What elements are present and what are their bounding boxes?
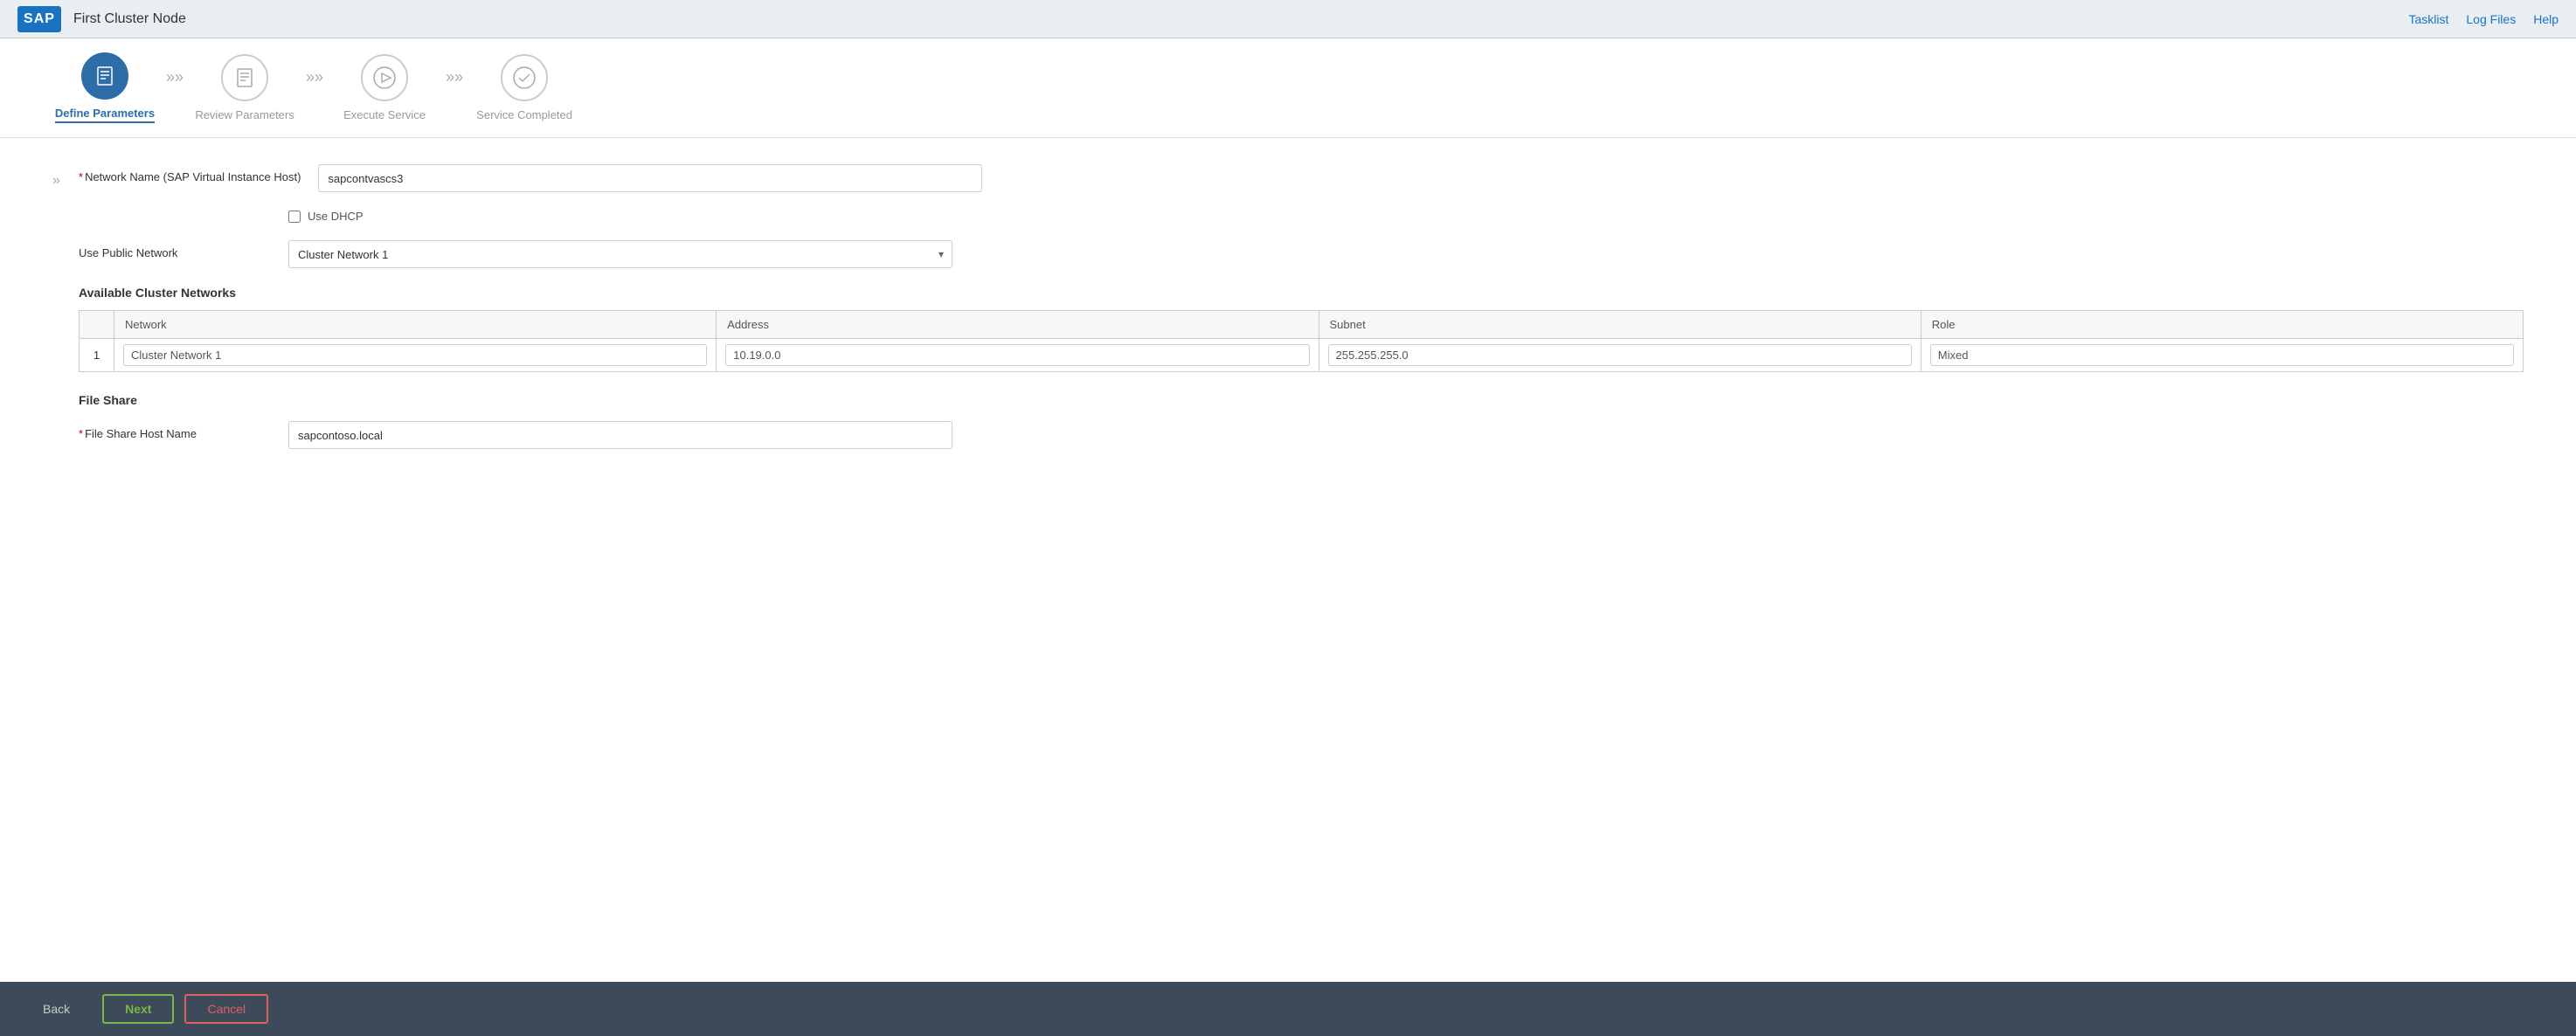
row-role-input[interactable] — [1930, 344, 2514, 366]
network-name-label: *Network Name (SAP Virtual Instance Host… — [79, 164, 301, 185]
footer: Back Next Cancel — [0, 982, 2576, 1036]
help-link[interactable]: Help — [2533, 12, 2559, 26]
row-num: 1 — [80, 339, 114, 372]
wizard-step-define[interactable]: Define Parameters — [52, 52, 157, 123]
row-address-input[interactable] — [725, 344, 1309, 366]
review-label: Review Parameters — [195, 108, 294, 121]
row-network-cell — [114, 339, 717, 372]
page-title: First Cluster Node — [73, 11, 186, 27]
sap-logo-text: SAP — [24, 11, 55, 27]
col-subnet: Subnet — [1319, 311, 1921, 339]
use-dhcp-checkbox[interactable] — [288, 211, 301, 223]
execute-icon — [361, 54, 408, 101]
public-network-select-wrapper: Cluster Network 1 ▾ — [288, 240, 952, 268]
use-public-network-row: Use Public Network Cluster Network 1 ▾ — [79, 240, 2524, 268]
side-expand-arrow[interactable]: » — [52, 164, 79, 956]
network-name-required: * — [79, 170, 83, 183]
header-left: SAP First Cluster Node — [17, 6, 186, 32]
define-icon — [81, 52, 128, 100]
file-share-host-row: *File Share Host Name — [79, 421, 2524, 449]
network-name-label-text: Network Name (SAP Virtual Instance Host) — [85, 170, 301, 183]
completed-label: Service Completed — [476, 108, 572, 121]
back-button[interactable]: Back — [21, 995, 92, 1023]
arrow-2: »» — [306, 68, 323, 107]
row-subnet-cell — [1319, 339, 1921, 372]
main-content: » *Network Name (SAP Virtual Instance Ho… — [0, 138, 2576, 982]
sap-logo: SAP — [17, 6, 61, 32]
file-share-heading: File Share — [79, 393, 2524, 407]
completed-icon — [501, 54, 548, 101]
cluster-networks-table: Network Address Subnet Role 1 — [79, 310, 2524, 372]
use-public-network-label: Use Public Network — [79, 240, 271, 261]
row-network-input[interactable] — [123, 344, 707, 366]
arrow-1: »» — [166, 68, 184, 107]
file-share-host-input[interactable] — [288, 421, 952, 449]
review-icon — [221, 54, 268, 101]
file-share-required: * — [79, 427, 83, 440]
wizard-bar: Define Parameters »» Review Parameters »… — [0, 38, 2576, 138]
wizard-step-review[interactable]: Review Parameters — [192, 54, 297, 121]
tasklist-link[interactable]: Tasklist — [2408, 12, 2448, 26]
use-dhcp-label: Use DHCP — [308, 210, 364, 223]
network-name-input[interactable] — [318, 164, 982, 192]
network-name-row: *Network Name (SAP Virtual Instance Host… — [79, 164, 2524, 192]
public-network-select[interactable]: Cluster Network 1 — [288, 240, 952, 268]
next-button[interactable]: Next — [102, 994, 174, 1024]
col-network: Network — [114, 311, 717, 339]
use-dhcp-row: Use DHCP — [288, 210, 2524, 223]
table-row: 1 — [80, 339, 2524, 372]
file-share-host-label: *File Share Host Name — [79, 421, 271, 442]
wizard-step-completed[interactable]: Service Completed — [472, 54, 577, 121]
row-subnet-input[interactable] — [1328, 344, 1912, 366]
col-role: Role — [1921, 311, 2523, 339]
form-area: *Network Name (SAP Virtual Instance Host… — [79, 164, 2524, 956]
logfiles-link[interactable]: Log Files — [2466, 12, 2516, 26]
row-address-cell — [717, 339, 1319, 372]
col-num — [80, 311, 114, 339]
header: SAP First Cluster Node Tasklist Log File… — [0, 0, 2576, 38]
row-role-cell — [1921, 339, 2523, 372]
table-body: 1 — [80, 339, 2524, 372]
execute-label: Execute Service — [343, 108, 426, 121]
wizard-step-execute[interactable]: Execute Service — [332, 54, 437, 121]
define-label: Define Parameters — [55, 107, 155, 123]
arrow-3: »» — [446, 68, 463, 107]
cancel-button[interactable]: Cancel — [184, 994, 268, 1024]
col-address: Address — [717, 311, 1319, 339]
file-share-host-label-text: File Share Host Name — [85, 427, 197, 440]
header-nav: Tasklist Log Files Help — [2408, 12, 2559, 26]
available-cluster-heading: Available Cluster Networks — [79, 286, 2524, 300]
table-header: Network Address Subnet Role — [80, 311, 2524, 339]
